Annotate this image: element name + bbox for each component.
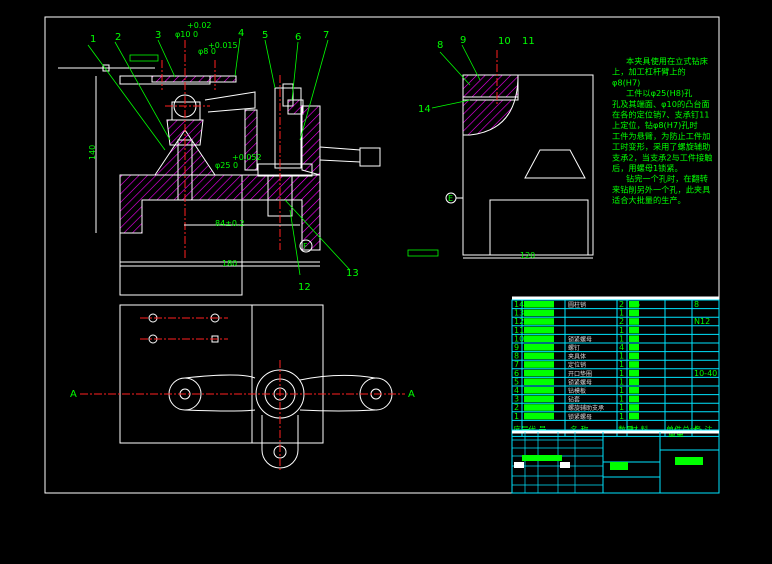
balloon-14: 14: [418, 104, 431, 115]
part-remark: N12: [694, 317, 710, 326]
part-name: 钻套: [568, 396, 580, 404]
note-line: 上，加工杠杆臂上的: [612, 67, 686, 77]
datum-f: F: [303, 242, 308, 251]
balloon-2: 2: [115, 32, 121, 43]
balloon-7: 7: [323, 30, 329, 41]
dim-120: 120: [520, 251, 535, 260]
balloon-6: 6: [295, 32, 301, 43]
dim-d25: φ25 0: [215, 161, 238, 170]
side-view: 8 9 10 11 14 120 E: [407, 35, 594, 260]
part-name: 定位销: [568, 361, 586, 369]
part-remark: 8: [694, 300, 699, 309]
part-name: 螺钉: [568, 344, 580, 352]
dim-84: 84±0.2: [215, 219, 245, 228]
section-mark-right: A: [408, 389, 415, 400]
dim-180: 180: [222, 259, 237, 268]
note-line: 后，用螺母1锁紧。: [612, 163, 683, 173]
part-name: 开口垫圈: [568, 370, 592, 378]
note-line: 本夹具使用在立式钻床: [626, 56, 708, 66]
note-line: 工时变形，采用了螺旋辅助: [612, 142, 710, 152]
note-line: 工件以φ25(H8)孔: [626, 88, 692, 98]
balloon-12: 12: [298, 282, 311, 293]
part-name: 锁紧螺母: [568, 335, 592, 343]
part-material: 35: [630, 300, 640, 309]
dim-d10: φ10 0: [175, 30, 198, 39]
dim-d8: φ8 0: [198, 47, 216, 56]
balloon-11: 11: [522, 36, 535, 47]
balloon-4: 4: [238, 28, 244, 39]
part-no: 1: [514, 412, 519, 421]
dim-d10-tol: +0.02: [187, 21, 212, 30]
note-line: 上定位，钻φ8(H7)孔时: [612, 120, 698, 130]
top-view: A A: [70, 304, 415, 470]
parts-row: 1 锁紧螺母 1: [514, 412, 639, 421]
balloon-1: 1: [90, 34, 96, 45]
drawing-frame: [44, 16, 720, 494]
section-mark-left: A: [70, 389, 77, 400]
balloon-5: 5: [262, 30, 268, 41]
note-line: 在各的定位销7、支承钉11: [612, 110, 710, 120]
note-line: 孔及其端面、φ10的凸台面: [612, 99, 710, 109]
parts-list: 14 圆柱销 2 35 813 112 2 N1211 110 锁紧螺母 19 螺钉 48 夹具体 17 定位…: [511, 296, 720, 438]
part-name: 锁紧螺母: [568, 378, 592, 386]
parts-row: 6 开口垫圈 1 10-40: [514, 369, 717, 378]
part-remark: 10-40: [694, 369, 717, 378]
part-qty: 1: [619, 412, 624, 421]
balloon-8: 8: [437, 40, 443, 51]
note-line: 适合大批量的生产。: [612, 195, 686, 205]
part-name: 圆柱销: [568, 301, 586, 309]
note-line: φ8(H7): [612, 77, 640, 87]
note-line: 支承2，当支承2与工件接触: [612, 152, 712, 162]
note-line: 工件为悬臂，为防止工件加: [612, 131, 710, 141]
balloon-10: 10: [498, 36, 511, 47]
datum-e: E: [448, 194, 453, 203]
dim-140: 140: [88, 145, 97, 160]
parts-row: 14 圆柱销 2 35 8: [514, 300, 699, 309]
part-name: 夹具体: [568, 353, 586, 361]
part-name: 钻模板: [568, 387, 586, 395]
note-line: 钻完一个孔时，在翻转: [626, 174, 708, 184]
part-name: 锁紧螺母: [568, 413, 592, 421]
part-name: 螺旋辅助支承: [568, 404, 604, 412]
title-block: [511, 429, 720, 494]
parts-row: 12 2 N12: [514, 317, 710, 326]
technical-notes: 本夹具使用在立式钻床上，加工杠杆臂上的φ8(H7)工件以φ25(H8)孔孔及其端…: [612, 56, 712, 205]
note-line: 来钻削另外一个孔，此夹具: [612, 184, 710, 194]
cad-drawing: 1 2 3 4 5 6 7 12 13 +0.02 φ10 0 +0.015 φ…: [44, 16, 720, 494]
balloon-3: 3: [155, 30, 161, 41]
balloon-13: 13: [346, 268, 359, 279]
balloon-9: 9: [460, 35, 466, 46]
